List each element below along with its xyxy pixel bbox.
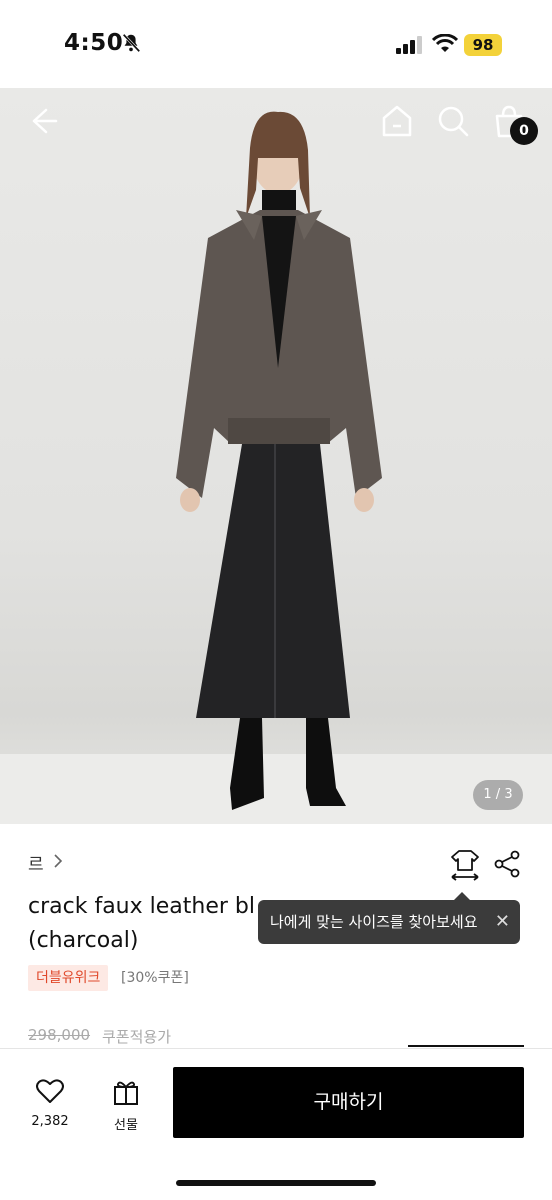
share-icon[interactable]	[494, 850, 520, 878]
size-tooltip: 나에게 맞는 사이즈를 찾아보세요 ✕	[258, 892, 520, 944]
back-arrow-icon[interactable]	[26, 104, 60, 138]
bell-muted-icon	[122, 33, 141, 53]
gift-icon	[114, 1081, 138, 1105]
product-title-line2: (charcoal)	[28, 928, 139, 953]
image-pager: 1 / 3	[473, 780, 523, 810]
close-icon[interactable]: ✕	[495, 900, 510, 944]
brand-name[interactable]: 르	[28, 850, 44, 875]
heart-icon	[36, 1079, 64, 1103]
gift-button[interactable]: 선물	[104, 1078, 148, 1133]
promo-badge: 더블유위크	[28, 965, 109, 991]
product-title: crack faux leather bl (charcoal)	[28, 890, 255, 958]
chevron-right-icon[interactable]	[52, 852, 64, 870]
coupon-price-label: 쿠폰적용가	[102, 1028, 172, 1046]
original-price: 298,000	[28, 1026, 91, 1044]
gift-label: 선물	[114, 1118, 138, 1133]
coupon-tag: [30%쿠폰]	[121, 970, 189, 986]
cart-count-badge: 0	[510, 117, 538, 145]
battery-indicator: 98	[464, 34, 502, 56]
size-guide-icon[interactable]	[450, 848, 480, 882]
status-time: 4:50	[64, 30, 124, 56]
wifi-icon	[432, 34, 458, 52]
buy-button[interactable]: 구매하기	[173, 1067, 524, 1138]
like-count: 2,382	[31, 1114, 69, 1129]
tooltip-text: 나에게 맞는 사이즈를 찾아보세요	[270, 913, 478, 931]
home-indicator	[176, 1180, 376, 1186]
search-icon[interactable]	[436, 104, 470, 138]
product-model-photo	[176, 111, 382, 810]
home-icon[interactable]	[380, 104, 414, 138]
signal-icon	[396, 36, 422, 54]
product-title-line1: crack faux leather bl	[28, 894, 255, 919]
product-image-carousel[interactable]: 0 1 / 3	[0, 88, 552, 824]
status-bar: 4:50 98	[0, 0, 552, 88]
divider	[408, 1045, 524, 1047]
like-button[interactable]: 2,382	[28, 1078, 72, 1129]
